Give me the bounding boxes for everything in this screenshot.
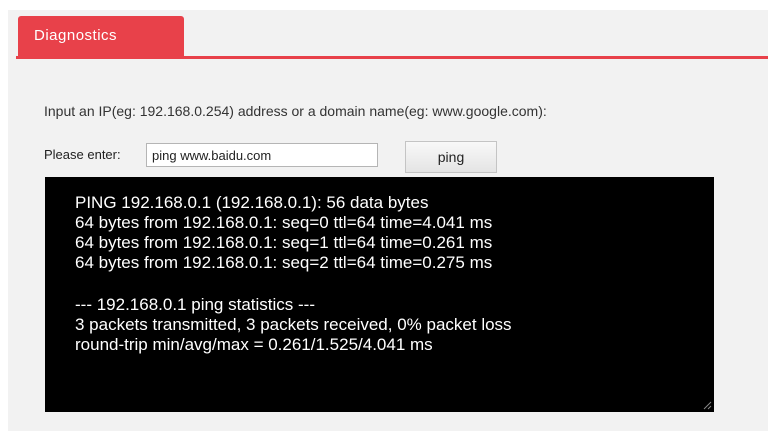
output-line: --- 192.168.0.1 ping statistics --- (75, 295, 315, 314)
output-line: round-trip min/avg/max = 0.261/1.525/4.0… (75, 335, 433, 354)
tab-diagnostics-label: Diagnostics (34, 27, 118, 44)
output-line: 3 packets transmitted, 3 packets receive… (75, 315, 512, 334)
enter-label: Please enter: (44, 147, 121, 162)
tab-underline (16, 56, 768, 59)
ping-button[interactable]: ping (405, 141, 497, 173)
ping-target-input[interactable] (146, 143, 378, 167)
output-line: PING 192.168.0.1 (192.168.0.1): 56 data … (75, 193, 429, 212)
ping-output-console[interactable]: PING 192.168.0.1 (192.168.0.1): 56 data … (45, 177, 714, 412)
instruction-text: Input an IP(eg: 192.168.0.254) address o… (44, 103, 547, 119)
output-line: 64 bytes from 192.168.0.1: seq=2 ttl=64 … (75, 253, 493, 272)
output-line: 64 bytes from 192.168.0.1: seq=0 ttl=64 … (75, 213, 493, 232)
output-line: 64 bytes from 192.168.0.1: seq=1 ttl=64 … (75, 233, 493, 252)
output-blank-line (75, 273, 714, 295)
tab-diagnostics[interactable]: Diagnostics (18, 16, 184, 56)
resize-grip-icon[interactable] (702, 400, 712, 410)
